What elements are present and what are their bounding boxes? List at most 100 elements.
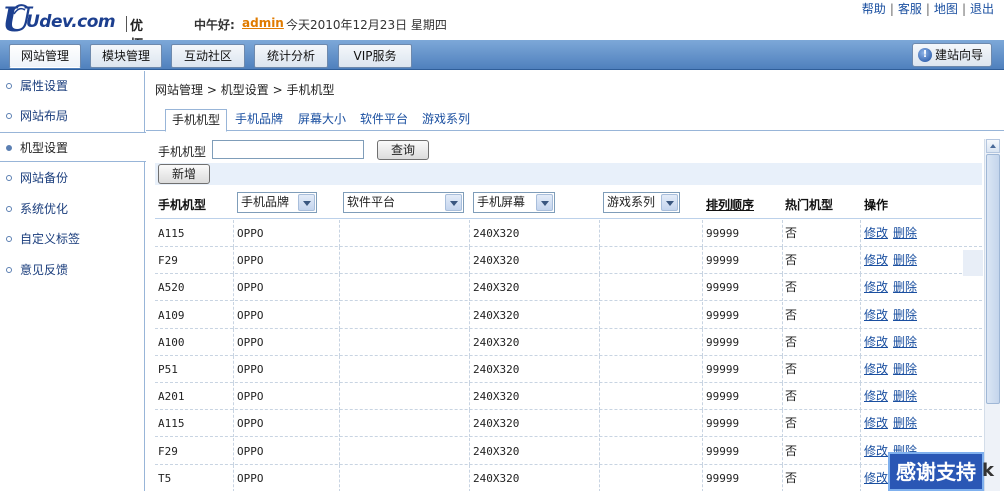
delete-link[interactable]: 删除 (893, 308, 917, 322)
tab-software-platform[interactable]: 软件平台 (360, 109, 408, 131)
help-link[interactable]: 帮助 (862, 2, 886, 16)
breadcrumb-item[interactable]: 机型设置 (221, 83, 269, 97)
table-row: A100 OPPO 240X320 99999 否 修改 删除 (155, 328, 982, 356)
scroll-up-arrow-icon[interactable] (986, 139, 1000, 153)
cell-divider (860, 301, 861, 329)
cell-divider (599, 247, 600, 275)
vertical-scrollbar[interactable] (984, 139, 1000, 491)
bullet-circle-icon (6, 145, 12, 151)
sidebar-item-model-settings[interactable]: 机型设置 (0, 132, 146, 162)
cell-actions: 修改删除 (864, 329, 922, 356)
cell-divider (233, 328, 234, 356)
edit-link[interactable]: 修改 (864, 471, 888, 485)
edit-link[interactable]: 修改 (864, 389, 888, 403)
sidebar-item-custom-tags[interactable]: 自定义标签 (0, 224, 145, 254)
nav-tab-site-management[interactable]: 网站管理 (9, 44, 81, 68)
tab-phone-model[interactable]: 手机机型 (165, 109, 228, 132)
cell-divider (599, 383, 600, 411)
nav-tab-community[interactable]: 互动社区 (171, 44, 245, 68)
add-button[interactable]: 新增 (158, 164, 210, 184)
logout-link[interactable]: 退出 (970, 2, 994, 16)
delete-link[interactable]: 删除 (893, 280, 917, 294)
edit-link[interactable]: 修改 (864, 226, 888, 240)
nav-tab-statistics[interactable]: 统计分析 (254, 44, 328, 68)
edit-link[interactable]: 修改 (864, 308, 888, 322)
cell-divider (782, 383, 783, 411)
column-header-order[interactable]: 排列顺序 (706, 196, 754, 213)
breadcrumb-item[interactable]: 网站管理 (155, 83, 203, 97)
sidebar-item-label: 系统优化 (20, 202, 69, 216)
delete-link[interactable]: 删除 (893, 389, 917, 403)
cell-divider (469, 437, 470, 465)
sidebar-item-label: 机型设置 (20, 141, 69, 155)
cell-screen: 240X320 (473, 281, 520, 295)
edit-link[interactable]: 修改 (864, 444, 888, 458)
site-wizard-button[interactable]: ! 建站向导 (912, 43, 992, 67)
logo[interactable]: U Udev.com 优拓 (2, 2, 152, 53)
platform-filter-select[interactable]: 软件平台 (343, 192, 464, 213)
sitemap-link[interactable]: 地图 (934, 2, 958, 16)
edit-link[interactable]: 修改 (864, 335, 888, 349)
sidebar-item-feedback[interactable]: 意见反馈 (0, 255, 145, 285)
delete-link[interactable]: 删除 (893, 335, 917, 349)
sidebar-item-optimization[interactable]: 系统优化 (0, 194, 145, 224)
edit-link[interactable]: 修改 (864, 253, 888, 267)
delete-link[interactable]: 删除 (893, 253, 917, 267)
username-link[interactable]: admin (242, 16, 284, 30)
cell-model: F29 (158, 444, 178, 458)
sidebar: 属性设置 网站布局 机型设置 网站备份 系统优化 自定义标签 意见反馈 (0, 71, 146, 491)
cell-divider (469, 464, 470, 491)
scrollbar-thumb[interactable] (986, 154, 1000, 404)
cell-screen: 240X320 (473, 227, 520, 240)
edit-link[interactable]: 修改 (864, 280, 888, 294)
delete-link[interactable]: 删除 (893, 362, 917, 376)
cell-model: T5 (158, 471, 172, 485)
cell-screen: 240X320 (473, 417, 520, 431)
cell-brand: OPPO (237, 335, 264, 349)
table-row: P51 OPPO 240X320 99999 否 修改 删除 (155, 356, 982, 383)
cell-screen: 240X320 (473, 308, 520, 322)
edit-link[interactable]: 修改 (864, 362, 888, 376)
cell-hot: 否 (785, 253, 798, 268)
cell-divider (339, 328, 340, 356)
search-button[interactable]: 查询 (377, 140, 429, 160)
brand-filter-select[interactable]: 手机品牌 (237, 192, 317, 213)
cell-divider (469, 356, 470, 383)
sidebar-item-backup[interactable]: 网站备份 (0, 163, 145, 193)
date-text: 今天2010年12月23日 星期四 (286, 18, 447, 32)
game-filter-select[interactable]: 游戏系列 (603, 192, 680, 213)
nav-tab-module-management[interactable]: 模块管理 (90, 44, 162, 68)
cell-divider (782, 328, 783, 356)
cell-screen: 240X320 (473, 363, 520, 376)
table-row: A109 OPPO 240X320 99999 否 修改 删除 (155, 301, 982, 329)
thanks-badge[interactable]: 感谢支持 (888, 452, 984, 491)
cell-model: A115 (158, 227, 185, 240)
screen-filter-select[interactable]: 手机屏幕 (473, 192, 555, 213)
sidebar-item-properties[interactable]: 属性设置 (0, 71, 145, 101)
sidebar-item-layout[interactable]: 网站布局 (0, 101, 145, 131)
nav-tab-vip[interactable]: VIP服务 (338, 44, 412, 68)
cell-divider (339, 437, 340, 465)
edit-link[interactable]: 修改 (864, 416, 888, 430)
cell-order: 99999 (706, 335, 740, 349)
table-row: A520 OPPO 240X320 99999 否 修改 删除 (155, 274, 982, 302)
cell-divider (339, 383, 340, 411)
delete-link[interactable]: 删除 (893, 416, 917, 430)
tab-phone-brand[interactable]: 手机品牌 (235, 109, 283, 131)
cell-divider (702, 437, 703, 465)
delete-link[interactable]: 删除 (893, 226, 917, 240)
support-link[interactable]: 客服 (898, 2, 922, 16)
table-row: A201 OPPO 240X320 99999 否 修改 删除 (155, 383, 982, 411)
chevron-down-icon (536, 194, 553, 211)
cell-divider (339, 274, 340, 302)
cell-divider (599, 220, 600, 247)
tab-screen-size[interactable]: 屏幕大小 (298, 109, 346, 131)
table-row: T5OPPO240X32099999否修改删除 (155, 464, 982, 491)
tab-game-series[interactable]: 游戏系列 (422, 109, 470, 131)
cell-divider (233, 437, 234, 465)
breadcrumb-separator: > (272, 83, 283, 97)
sidebar-item-label: 属性设置 (20, 79, 69, 93)
cell-divider (233, 464, 234, 491)
sidebar-item-label: 意见反馈 (20, 263, 69, 277)
search-input[interactable] (212, 140, 364, 159)
